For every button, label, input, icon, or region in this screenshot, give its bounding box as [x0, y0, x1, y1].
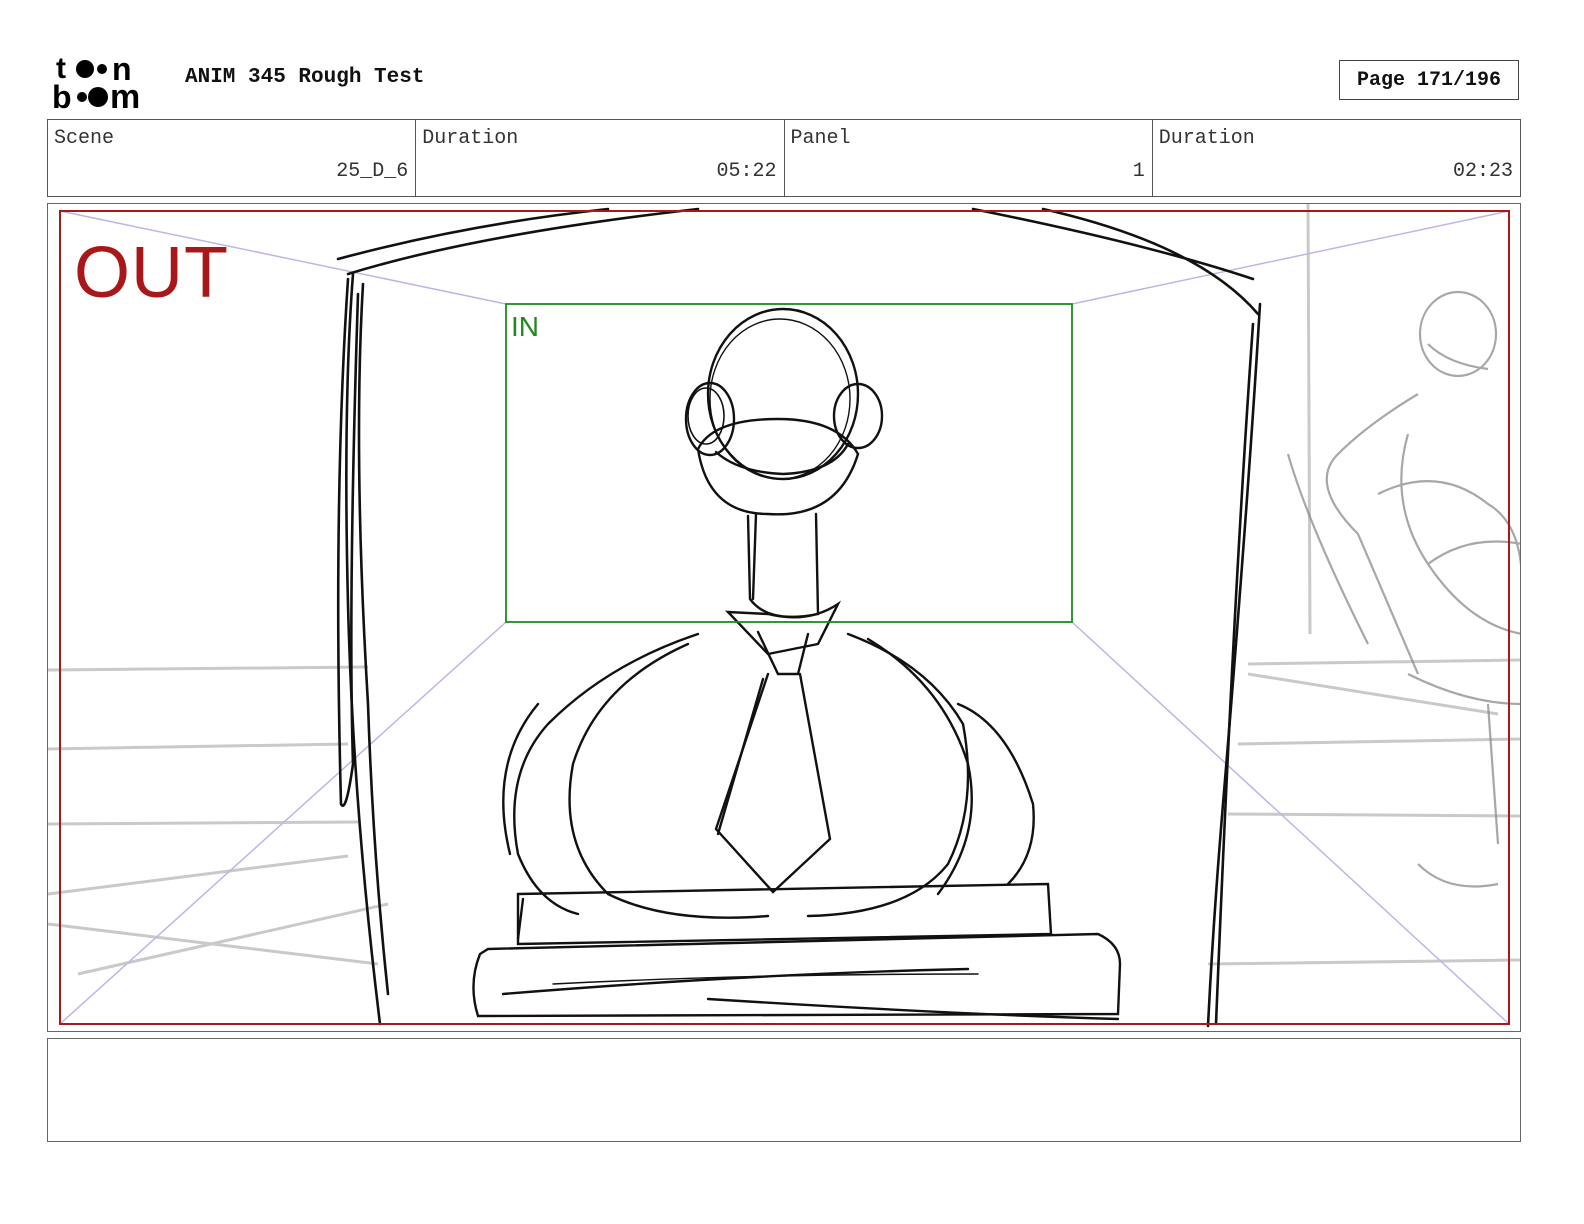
panel-value: 1 — [1132, 160, 1145, 183]
scene-duration-cell: Duration 05:22 — [416, 120, 785, 196]
in-frame-label: IN — [511, 311, 539, 342]
scene-cell: Scene 25_D_6 — [48, 120, 417, 196]
svg-text:b: b — [52, 79, 72, 112]
panel-duration-label: Duration — [1158, 127, 1255, 150]
page-number: Page 171/196 — [1339, 60, 1519, 100]
panel-cell: Panel 1 — [785, 120, 1153, 196]
panel-drawing — [48, 204, 1520, 1028]
scene-duration-label: Duration — [422, 127, 519, 150]
svg-text:m: m — [110, 78, 140, 112]
panel-duration-cell: Duration 02:23 — [1153, 120, 1520, 196]
background-character-sketch — [1286, 290, 1520, 888]
in-frame — [505, 303, 1073, 623]
panel-notes — [47, 1038, 1521, 1142]
scene-value: 25_D_6 — [336, 160, 409, 183]
scene-duration-value: 05:22 — [716, 160, 777, 183]
duck-character-sketch — [502, 307, 1035, 919]
scene-label: Scene — [54, 127, 115, 150]
document-title: ANIM 345 Rough Test — [185, 66, 425, 89]
storyboard-panel: OUT IN — [47, 203, 1521, 1032]
panel-info-row: Scene 25_D_6 Duration 05:22 Panel 1 Dura… — [47, 119, 1521, 197]
toon-boom-logo: t n b m — [52, 51, 164, 116]
out-frame-label: OUT — [74, 233, 229, 313]
panel-duration-value: 02:23 — [1452, 160, 1513, 183]
panel-label: Panel — [790, 127, 851, 150]
pedestal-sketch — [472, 882, 1122, 1021]
